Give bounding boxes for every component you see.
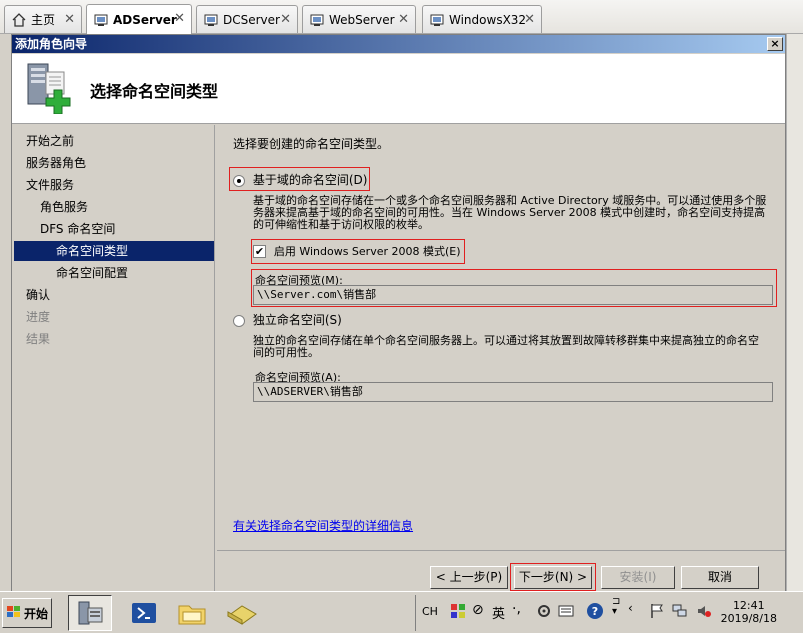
wizard-steps: 开始之前 服务器角色 文件服务 角色服务 DFS 命名空间 命名空间类型 命名空… (12, 125, 215, 593)
standalone-namespace-description: 独立的命名空间存储在单个命名空间服务器上。可以通过将其放置到故障转移群集中来提高… (253, 334, 759, 359)
tab-label: ADServer (113, 12, 177, 27)
close-icon[interactable]: ✕ (64, 12, 75, 27)
windows-logo-icon (6, 605, 22, 622)
nav-item-before-you-begin[interactable]: 开始之前 (26, 131, 74, 151)
clock-date: 2019/8/18 (720, 612, 777, 625)
ws2008-mode-checkbox[interactable]: ✔ 启用 Windows Server 2008 模式(E) (253, 243, 461, 259)
ime-mode-label[interactable]: 英 (492, 603, 505, 622)
domain-namespace-label: 基于域的命名空间(D) (252, 173, 368, 187)
dialog-title: 添加角色向导 (15, 37, 88, 51)
chevron-left-icon[interactable]: ‹ (628, 601, 633, 615)
server-add-icon (24, 60, 74, 115)
close-icon[interactable]: ✕ (524, 12, 535, 27)
nav-item-confirmation[interactable]: 确认 (26, 285, 50, 305)
nav-item-progress: 进度 (26, 310, 51, 324)
standalone-preview-field: \\ADSERVER\销售部 (253, 382, 773, 402)
help-icon[interactable]: ? (586, 602, 604, 623)
nav-item-dfs-namespaces[interactable]: DFS 命名空间 (40, 219, 115, 239)
punctuation-icon[interactable]: ·, (512, 601, 521, 617)
ws2008-mode-label: 启用 Windows Server 2008 模式(E) (273, 245, 461, 258)
tab-dcserver[interactable]: DCServer ✕ (196, 5, 298, 33)
install-button: 安装(I) (601, 566, 675, 589)
nav-item-role-services[interactable]: 角色服务 (40, 197, 88, 217)
vm-icon (203, 12, 219, 28)
tab-label: DCServer (223, 12, 280, 27)
tab-home[interactable]: 主页 ✕ (4, 5, 82, 33)
standalone-namespace-radio[interactable]: 独立命名空间(S) (233, 311, 342, 328)
domain-namespace-description: 基于域的命名空间存储在一个或多个命名空间服务器和 Active Director… (253, 194, 767, 231)
nav-item-file-services[interactable]: 文件服务 (26, 175, 74, 195)
next-button[interactable]: 下一步(N) > (514, 566, 592, 589)
explorer-icon[interactable] (170, 595, 214, 631)
radio-button[interactable] (233, 314, 245, 327)
close-icon[interactable]: ✕ (398, 12, 409, 27)
flag-icon[interactable] (650, 603, 664, 622)
powershell-icon[interactable] (122, 595, 166, 631)
tab-strip: 主页 ✕ ADServer ✕ DCServer ✕ WebServer ✕ W… (0, 0, 803, 34)
network-icon[interactable] (672, 603, 688, 622)
tab-label: WindowsX32 (449, 12, 527, 27)
softkeyboard-icon[interactable] (558, 603, 574, 622)
dialog-titlebar[interactable]: 添加角色向导 × (12, 35, 785, 53)
back-button[interactable]: < 上一步(P) (430, 566, 508, 589)
dialog-close-button[interactable]: × (767, 37, 783, 51)
language-indicator[interactable]: CH (422, 605, 438, 618)
system-clock[interactable]: 12:41 2019/8/18 (721, 599, 777, 625)
taskbar: 开始 CH ⊘ 英 ·, ? ⊐ ▾ ‹ 12:41 2019/8/18 (0, 591, 803, 633)
tab-adserver[interactable]: ADServer ✕ (86, 4, 192, 34)
radio-button[interactable] (233, 174, 245, 187)
tab-webserver[interactable]: WebServer ✕ (302, 5, 416, 33)
cancel-button[interactable]: 取消 (681, 566, 759, 589)
vm-icon (429, 12, 445, 28)
domain-namespace-radio[interactable]: 基于域的命名空间(D) (233, 171, 367, 188)
tray-menu-icon[interactable]: ⊐ ▾ (612, 597, 620, 617)
vm-icon (309, 12, 325, 28)
server-manager-icon[interactable] (68, 595, 112, 631)
nav-item-server-roles[interactable]: 服务器角色 (26, 153, 86, 173)
standalone-namespace-label: 独立命名空间(S) (252, 313, 342, 327)
settings-icon[interactable] (536, 603, 552, 622)
tab-label: WebServer (329, 12, 395, 27)
nav-item-namespace-settings[interactable]: 命名空间配置 (56, 263, 128, 283)
wizard-header: 选择命名空间类型 (12, 54, 785, 124)
archive-icon[interactable] (220, 595, 264, 631)
intro-text: 选择要创建的命名空间类型。 (233, 137, 390, 151)
system-tray: CH ⊘ 英 ·, ? ⊐ ▾ ‹ 12:41 2019/8/18 (415, 595, 803, 631)
start-label: 开始 (23, 606, 48, 621)
tab-label: 主页 (31, 13, 56, 27)
vertical-scrollbar[interactable] (786, 34, 803, 594)
close-icon[interactable]: ✕ (174, 11, 185, 26)
tab-windowsx32[interactable]: WindowsX32 ✕ (422, 5, 542, 33)
clock-time: 12:41 (732, 599, 765, 612)
close-icon[interactable]: ✕ (280, 12, 291, 27)
home-icon (11, 12, 27, 28)
checkbox[interactable]: ✔ (253, 245, 266, 258)
svg-text:?: ? (592, 605, 598, 618)
ime-icon[interactable] (450, 603, 466, 622)
wizard-content: 选择要创建的命名空间类型。 基于域的命名空间(D) 基于域的命名空间存储在一个或… (217, 125, 785, 556)
help-link[interactable]: 有关选择命名空间类型的详细信息 (233, 517, 413, 534)
nav-item-namespace-type[interactable]: 命名空间类型 (14, 241, 214, 261)
domain-preview-field: \\Server.com\销售部 (253, 285, 773, 305)
footer-divider (217, 550, 785, 551)
nav-item-results: 结果 (26, 332, 51, 346)
start-button[interactable]: 开始 (2, 598, 52, 628)
no-entry-icon[interactable]: ⊘ (472, 602, 484, 618)
speaker-muted-icon[interactable] (696, 603, 712, 622)
page-title: 选择命名空间类型 (90, 82, 219, 101)
add-roles-wizard: 添加角色向导 × 选择命名空间类型 开始之前 服务器角色 文件服务 角色服务 D… (11, 34, 786, 594)
vm-icon (93, 12, 109, 28)
